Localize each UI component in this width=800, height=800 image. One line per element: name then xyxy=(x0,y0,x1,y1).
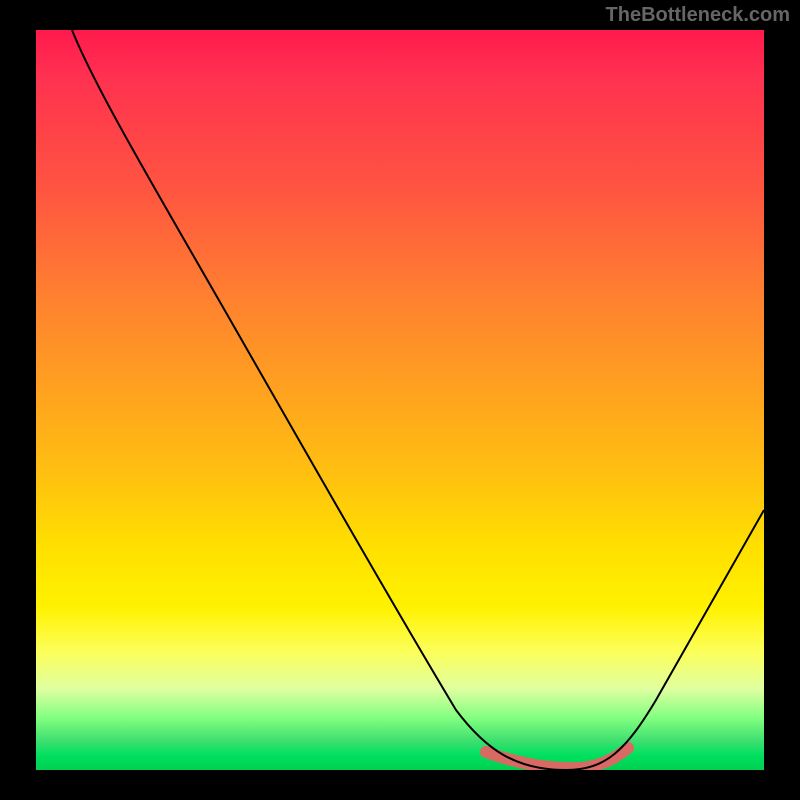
chart-container: TheBottleneck.com xyxy=(0,0,800,800)
watermark-text: TheBottleneck.com xyxy=(606,4,790,27)
bottleneck-curve xyxy=(72,30,764,770)
plot-area xyxy=(36,30,764,770)
curve-svg xyxy=(36,30,764,770)
